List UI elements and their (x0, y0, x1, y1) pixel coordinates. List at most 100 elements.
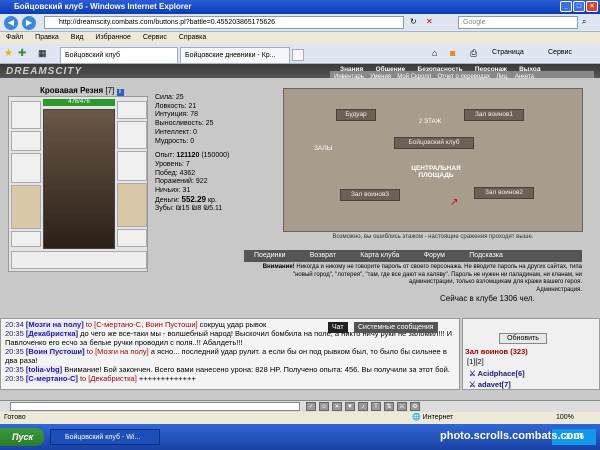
clear-icon[interactable]: ✕ (332, 402, 342, 411)
settings-icon[interactable]: ⚙ (410, 402, 420, 411)
room-user[interactable]: ⚔ Acidphace[6] (469, 369, 525, 378)
game-logo: DREAMSCITY (6, 66, 83, 77)
battles-button[interactable]: Поединки (254, 250, 286, 262)
stats-panel: Сила: 25 Ловкость: 21 Интуиция: 78 Вынос… (155, 94, 275, 214)
stat-exp: Опыт: 121120 (150000) (155, 152, 230, 160)
gloves-slot[interactable] (117, 121, 147, 149)
hint-button[interactable]: Подсказка (469, 250, 503, 262)
search-input[interactable]: Google (458, 16, 578, 29)
user-icon: ⚔ (469, 380, 478, 389)
helmet-slot[interactable] (11, 101, 41, 129)
chat-actions: ✓ ☺ ✕ ▼ ♪ T ⇅ ⚔ ⚙ (306, 402, 423, 411)
room-panel: Обновить Зал воинов (323) [1][2] ⚔ Acidp… (462, 318, 600, 390)
room-user[interactable]: ⚔ adavet[7] (469, 380, 511, 389)
smiley-icon[interactable]: ☺ (319, 402, 329, 411)
sound-icon[interactable]: ♪ (358, 402, 368, 411)
map-floor2-label[interactable]: 2 ЭТАЖ (400, 119, 460, 125)
menu-favorites[interactable]: Избранное (95, 34, 130, 41)
character-panel: 476/476 (8, 96, 148, 272)
stat-strength: Сила: 25 (155, 94, 184, 101)
close-icon[interactable]: × (586, 1, 598, 12)
zone-label: 🌐 Интернет (412, 414, 454, 421)
menu-edit[interactable]: Правка (35, 34, 59, 41)
warning-text: Никогда и никому не говорите пароль от с… (292, 264, 582, 285)
home-icon[interactable]: ⌂ (432, 48, 437, 58)
tab-list-icon[interactable]: ▦ (38, 48, 47, 59)
menu-file[interactable]: Файл (6, 34, 23, 41)
start-button[interactable]: Пуск (0, 428, 44, 446)
info-icon[interactable]: i (116, 89, 124, 96)
forward-icon[interactable]: ▶ (22, 16, 36, 30)
club-map-button[interactable]: Карта клуба (360, 250, 399, 262)
subnav-profile[interactable]: Анкета (515, 74, 534, 81)
leggings-slot[interactable] (117, 183, 147, 227)
map-fight-club-button[interactable]: Бойцовский клуб (394, 137, 474, 149)
weapon-slot[interactable] (11, 153, 41, 183)
fight-icon[interactable]: ⚔ (397, 402, 407, 411)
feeds-icon[interactable]: ◙ (450, 48, 455, 58)
armor-slot[interactable] (11, 185, 41, 229)
menu-bar: Файл Правка Вид Избранное Сервис Справка (0, 32, 600, 44)
map-note: Возможно, вы ошиблись этажом - настоящие… (332, 234, 534, 240)
bracelet-slot[interactable] (117, 101, 147, 119)
address-bar: ◀ ▶ http://dreamscity.combats.com/button… (0, 14, 600, 32)
tab-fight-club[interactable]: Бойцовский клуб (60, 47, 178, 63)
filter-icon[interactable]: ▼ (345, 402, 355, 411)
page-menu[interactable]: Страница (492, 49, 524, 56)
map-boudoir-button[interactable]: Будуар (336, 109, 376, 121)
menu-help[interactable]: Справка (179, 34, 206, 41)
tab-bar: ★ ✚ ▦ Бойцовский клуб Бойцовские дневник… (0, 44, 600, 64)
hp-bar: 476/476 (43, 99, 115, 106)
character-name: Кровавая Резня (40, 86, 104, 95)
map-central-square[interactable]: ЦЕНТРАЛЬНАЯ ПЛОЩАДЬ (404, 165, 468, 179)
taskbar-item[interactable]: Бойцовский клуб - Wi... (50, 429, 160, 445)
map-hall1-button[interactable]: Зал воинов1 (464, 109, 524, 121)
subnav-inventory[interactable]: Инвентарь (334, 74, 364, 81)
new-tab-button[interactable] (292, 49, 304, 61)
menu-view[interactable]: Вид (71, 34, 84, 41)
room-pages[interactable]: [1][2] (467, 357, 484, 366)
status-bar: Готово 🌐 Интернет 100% (0, 412, 600, 424)
online-count: Сейчас в клубе 1306 чел. (440, 294, 535, 303)
refresh-button[interactable]: Обновить (499, 333, 547, 344)
back-icon[interactable]: ◀ (4, 16, 18, 30)
boots-slot[interactable] (117, 229, 147, 247)
tools-menu[interactable]: Сервис (548, 49, 572, 56)
tab-label: Бойцовские дневники - Кр... (185, 52, 276, 59)
add-favorites-icon[interactable]: ✚ (18, 48, 26, 59)
forum-button[interactable]: Форум (424, 250, 445, 262)
return-button[interactable]: Возврат (310, 250, 336, 262)
refresh-icon[interactable]: ↻ (410, 17, 417, 26)
stat-intuition: Интуиция: 78 (155, 111, 198, 119)
map-hall3-button[interactable]: Зал воинов3 (340, 189, 400, 201)
map-hall2-button[interactable]: Зал воинов2 (474, 187, 534, 199)
stop-icon[interactable]: ✕ (426, 17, 433, 26)
search-icon[interactable]: ⌕ (582, 17, 586, 27)
url-input[interactable]: http://dreamscity.combats.com/buttons.pl… (44, 16, 404, 29)
game-buttons: Поединки Возврат Карта клуба Форум Подск… (244, 250, 582, 262)
subnav-transfers[interactable]: Отчет о переводах (437, 74, 490, 81)
zoom-level[interactable]: 100% (556, 412, 574, 424)
scroll-slots[interactable] (11, 251, 147, 269)
scroll-icon[interactable]: ⇅ (384, 402, 394, 411)
tab-chat[interactable]: Чат (328, 322, 348, 333)
maximize-icon[interactable]: □ (573, 1, 585, 12)
minimize-icon[interactable]: _ (560, 1, 572, 12)
translit-icon[interactable]: T (371, 402, 381, 411)
chat-input[interactable] (10, 402, 300, 411)
earrings-slot[interactable] (11, 131, 41, 151)
subnav-license[interactable]: Лиц. (496, 74, 508, 81)
tab-diaries[interactable]: Бойцовские дневники - Кр... (180, 47, 290, 63)
belt-slot[interactable] (11, 231, 41, 247)
shield-slot[interactable] (117, 151, 147, 181)
room-title: Зал воинов (323) (465, 347, 528, 356)
tab-system-messages[interactable]: Системные сообщения (354, 322, 438, 333)
send-icon[interactable]: ✓ (306, 402, 316, 411)
menu-tools[interactable]: Сервис (143, 34, 167, 41)
subnav-scroll[interactable]: Мой Скролл (397, 74, 431, 81)
favorites-star-icon[interactable]: ★ (4, 48, 13, 59)
character-avatar[interactable] (43, 109, 115, 249)
status-text: Готово (4, 414, 26, 421)
print-icon[interactable]: ⎙ (470, 48, 477, 59)
subnav-skills[interactable]: Умения (370, 74, 391, 81)
